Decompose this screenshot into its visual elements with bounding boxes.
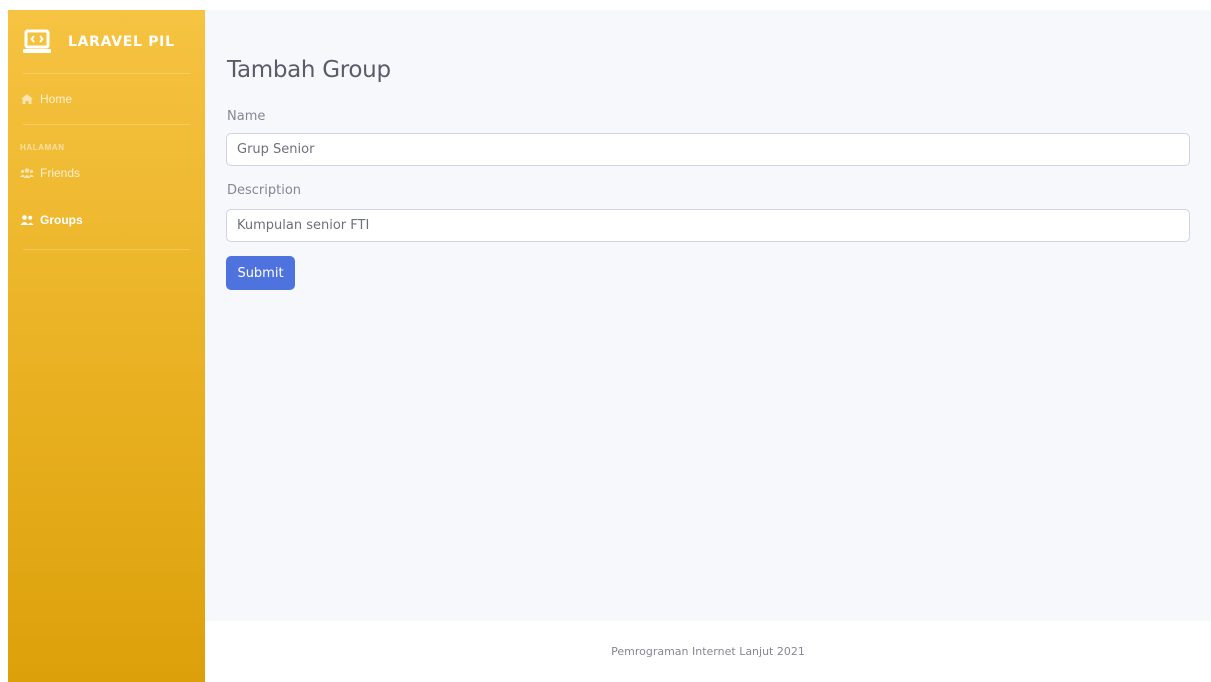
brand-title: LARAVEL PIL	[68, 33, 175, 50]
description-field[interactable]	[226, 209, 1190, 242]
sidebar-brand[interactable]: LARAVEL PIL	[8, 10, 205, 73]
user-friends-icon	[20, 215, 34, 225]
users-icon	[20, 168, 34, 178]
page-title: Tambah Group	[227, 57, 391, 83]
sidebar: LARAVEL PIL Home HALAMAN Friends Groups	[8, 10, 205, 682]
sidebar-item-label: Friends	[40, 166, 81, 180]
sidebar-item-friends[interactable]: Friends	[8, 155, 205, 191]
sidebar-item-label: Home	[40, 92, 73, 106]
name-label: Name	[227, 109, 266, 124]
home-icon	[21, 94, 33, 104]
main-content: Tambah Group Name Description Submit	[205, 10, 1211, 621]
laptop-code-icon	[23, 29, 51, 53]
sidebar-item-home[interactable]: Home	[8, 74, 205, 124]
submit-button[interactable]: Submit	[226, 256, 295, 290]
sidebar-item-label: Groups	[40, 213, 83, 227]
footer: Pemrograman Internet Lanjut 2021	[205, 621, 1211, 682]
description-label: Description	[227, 183, 302, 198]
sidebar-heading: HALAMAN	[20, 143, 65, 152]
sidebar-divider	[23, 249, 190, 250]
footer-text: Pemrograman Internet Lanjut 2021	[611, 645, 805, 658]
sidebar-item-groups[interactable]: Groups	[8, 191, 205, 249]
app-root: LARAVEL PIL Home HALAMAN Friends Groups …	[0, 0, 1211, 682]
name-field[interactable]	[226, 133, 1190, 166]
